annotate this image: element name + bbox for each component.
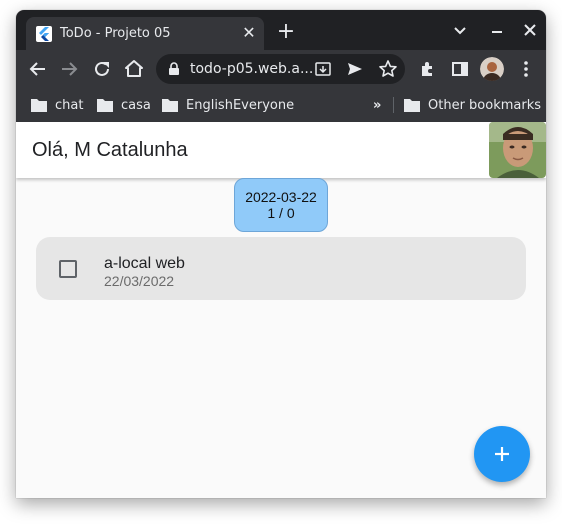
bookmark-englisheveryone[interactable]: EnglishEveryone: [162, 97, 294, 113]
browser-toolbar: todo-p05.web.a...: [16, 50, 546, 88]
greeting-title: Olá, M Catalunha: [32, 139, 188, 161]
bookmarks-bar: chat casa EnglishEveryone » Other bookma…: [16, 88, 546, 122]
folder-icon: [162, 99, 178, 112]
tab-title: ToDo - Projeto 05: [60, 26, 171, 41]
forward-arrow-icon[interactable]: [57, 57, 81, 81]
extensions-puzzle-icon[interactable]: [416, 57, 440, 81]
date-group-date: 2022-03-22: [245, 189, 317, 205]
task-card[interactable]: a-local web 22/03/2022: [36, 237, 526, 300]
folder-icon: [97, 99, 113, 112]
flutter-favicon-icon: [36, 26, 52, 42]
bookmark-casa[interactable]: casa: [97, 97, 151, 113]
user-avatar[interactable]: [489, 122, 546, 178]
other-bookmarks-label: Other bookmarks: [428, 97, 542, 113]
bookmarks-overflow-button[interactable]: »: [373, 97, 381, 113]
plus-icon: [495, 447, 509, 461]
app-bar: Olá, M Catalunha: [16, 122, 546, 178]
bookmark-label: EnglishEveryone: [186, 97, 295, 113]
reload-icon[interactable]: [90, 57, 114, 81]
lock-icon: [167, 62, 181, 81]
bookmark-chat[interactable]: chat: [31, 97, 83, 113]
close-window-icon[interactable]: [518, 18, 542, 42]
back-arrow-icon[interactable]: [26, 57, 50, 81]
other-bookmarks[interactable]: Other bookmarks: [404, 97, 541, 113]
tab-strip: ToDo - Projeto 05 ✕ +: [16, 10, 546, 50]
home-icon[interactable]: [122, 57, 146, 81]
tab-search-chevron-icon[interactable]: [448, 18, 472, 42]
side-panel-icon[interactable]: [448, 57, 472, 81]
address-bar[interactable]: todo-p05.web.a...: [156, 54, 405, 84]
bookmark-label: chat: [55, 97, 84, 113]
add-task-button[interactable]: [474, 426, 530, 482]
browser-window: ToDo - Projeto 05 ✕ + todo-p05.web.a... …: [16, 10, 546, 498]
folder-icon: [31, 99, 47, 112]
bookmarks-divider: [393, 97, 394, 113]
folder-icon: [404, 99, 420, 112]
profile-avatar-icon[interactable]: [480, 57, 504, 81]
bookmark-label: casa: [121, 97, 151, 113]
task-title: a-local web: [104, 255, 185, 272]
send-icon[interactable]: [346, 60, 364, 83]
tab-close-icon[interactable]: ✕: [240, 23, 258, 43]
new-tab-plus-icon[interactable]: +: [274, 20, 298, 44]
date-group-chip[interactable]: 2022-03-22 1 / 0: [234, 178, 328, 232]
url-text: todo-p05.web.a...: [190, 61, 314, 77]
minimize-icon[interactable]: [485, 18, 509, 42]
kebab-menu-icon[interactable]: [514, 57, 538, 81]
task-date: 22/03/2022: [104, 273, 175, 289]
task-checkbox[interactable]: [59, 260, 77, 278]
install-app-icon[interactable]: [314, 60, 332, 83]
bookmark-star-icon[interactable]: [378, 59, 398, 84]
date-group-counts: 1 / 0: [267, 205, 295, 221]
browser-tab[interactable]: ToDo - Projeto 05 ✕: [26, 17, 264, 50]
